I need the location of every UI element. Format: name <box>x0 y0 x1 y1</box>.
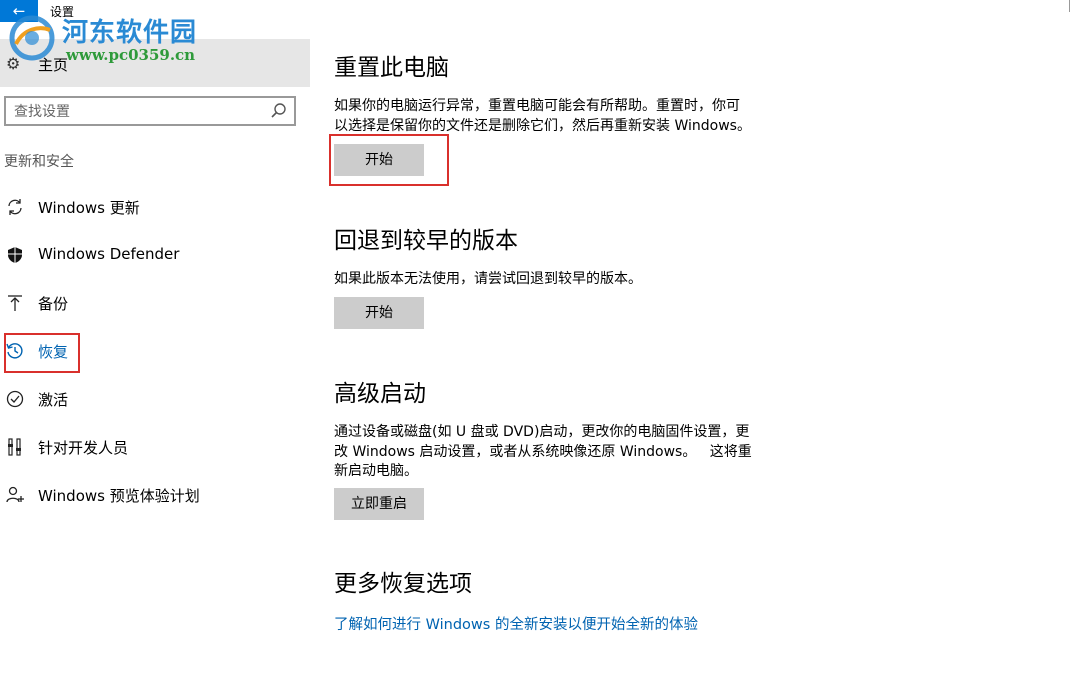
refresh-icon <box>8 199 22 215</box>
upload-icon <box>8 295 22 311</box>
rollback-start-button[interactable]: 开始 <box>334 297 424 329</box>
sidebar-item-label: Windows 更新 <box>38 199 140 217</box>
reset-desc-line-1: 如果你的电脑运行异常，重置电脑可能会有所帮助。重置时，你可 <box>334 98 740 114</box>
sidebar-item-label: Windows Defender <box>38 245 180 263</box>
sidebar-item-label: 激活 <box>38 391 69 409</box>
sidebar-item-developers[interactable]: 针对开发人员 <box>0 425 310 469</box>
search-icon[interactable] <box>270 101 288 121</box>
section-heading: 更新和安全 <box>4 154 74 170</box>
sidebar-item-label: 备份 <box>38 295 69 313</box>
shield-icon <box>8 247 22 263</box>
highlight-box <box>4 333 80 373</box>
reset-description: 如果你的电脑运行异常，重置电脑可能会有所帮助。重置时，你可 以选择是保留你的文件… <box>334 97 784 136</box>
advanced-desc-line-1: 通过设备或磁盘(如 U 盘或 DVD)启动，更改你的电脑固件设置，更 <box>334 424 750 440</box>
highlight-box <box>329 134 449 186</box>
sidebar-item-insider-program[interactable]: Windows 预览体验计划 <box>0 473 310 517</box>
rollback-description: 如果此版本无法使用，请尝试回退到较早的版本。 <box>334 271 642 287</box>
restart-now-button[interactable]: 立即重启 <box>334 488 424 520</box>
watermark: 河东软件园 www.pc0359.cn <box>4 10 214 66</box>
developer-tools-icon <box>8 438 21 456</box>
sidebar-item-activation[interactable]: 激活 <box>0 377 310 421</box>
sidebar: ⚙ 主页 更新和安全 Windows 更新 Windows Defender <box>0 22 310 687</box>
main-content: 重置此电脑 如果你的电脑运行异常，重置电脑可能会有所帮助。重置时，你可 以选择是… <box>310 0 1080 687</box>
advanced-desc-line-2: 改 Windows 启动设置，或者从系统映像还原 Windows。 这将重 <box>334 443 752 460</box>
watermark-url: www.pc0359.cn <box>66 46 196 64</box>
watermark-logo-icon <box>9 15 55 61</box>
check-circle-icon <box>6 390 24 408</box>
watermark-name: 河东软件园 <box>62 18 198 48</box>
sidebar-item-windows-update[interactable]: Windows 更新 <box>0 185 310 229</box>
section-title-more-options: 更多恢复选项 <box>334 571 472 597</box>
insider-user-icon <box>6 486 24 503</box>
search-box[interactable] <box>4 96 296 126</box>
section-title-advanced-startup: 高级启动 <box>334 381 426 407</box>
section-title-rollback: 回退到较早的版本 <box>334 228 518 254</box>
search-input[interactable] <box>14 102 254 122</box>
advanced-desc-line-3: 新启动电脑。 <box>334 463 418 479</box>
sidebar-item-label: 针对开发人员 <box>38 439 129 457</box>
sidebar-item-label: Windows 预览体验计划 <box>38 487 200 505</box>
section-title-reset: 重置此电脑 <box>334 55 449 81</box>
sidebar-item-backup[interactable]: 备份 <box>0 281 310 325</box>
clean-install-link[interactable]: 了解如何进行 Windows 的全新安装以便开始全新的体验 <box>334 613 698 634</box>
advanced-startup-description: 通过设备或磁盘(如 U 盘或 DVD)启动，更改你的电脑固件设置，更 改 Win… <box>334 423 784 482</box>
sidebar-item-windows-defender[interactable]: Windows Defender <box>0 233 310 277</box>
